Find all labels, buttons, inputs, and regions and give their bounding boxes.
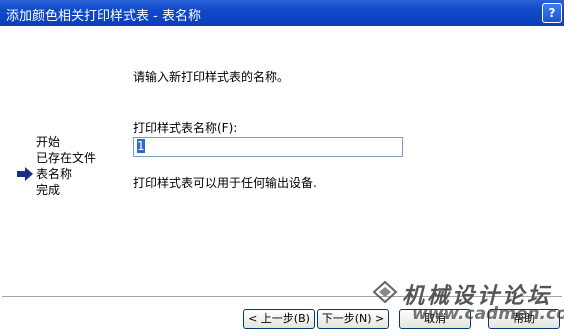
title-bar: 添加颜色相关打印样式表 - 表名称 ?	[0, 0, 564, 26]
current-step-arrow-icon	[17, 167, 33, 181]
step-start: 开始	[36, 135, 61, 149]
titlebar-help-button[interactable]: ?	[542, 3, 562, 23]
name-input-value: 1	[137, 139, 145, 153]
cancel-button[interactable]: 取消	[399, 309, 471, 329]
help-button[interactable]: 帮助	[488, 309, 560, 329]
style-table-name-input[interactable]: 1	[133, 137, 403, 157]
name-field-label: 打印样式表名称(F):	[133, 121, 238, 135]
step-table-name-label: 表名称	[36, 167, 73, 181]
dialog-client: 开始 已存在文件 表名称 完成 请输入新打印样式表的名称。 打印样式表名称(F)…	[0, 26, 564, 336]
step-existing-file: 已存在文件	[36, 151, 97, 165]
back-button[interactable]: < 上一步(B)	[243, 309, 315, 329]
window-title: 添加颜色相关打印样式表 - 表名称	[6, 9, 201, 24]
step-table-name: 表名称	[17, 166, 96, 182]
instruction-text: 请输入新打印样式表的名称。	[133, 70, 290, 84]
wizard-steps: 开始 已存在文件 表名称 完成	[17, 134, 97, 198]
next-button[interactable]: 下一步(N) >	[317, 309, 389, 329]
button-divider	[2, 296, 562, 298]
step-finish: 完成	[36, 183, 61, 197]
info-text: 打印样式表可以用于任何输出设备.	[133, 176, 317, 190]
